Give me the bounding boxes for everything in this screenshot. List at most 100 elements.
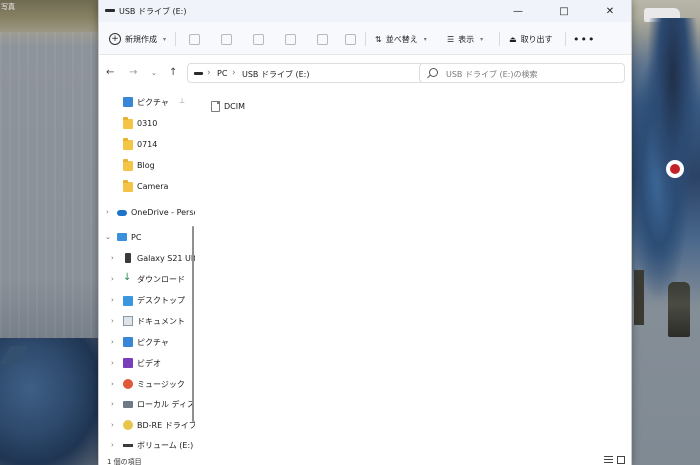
phone-icon [125, 253, 131, 263]
sidebar-item-bd-drive[interactable]: › BD-RE ドライブ (I [99, 415, 195, 435]
recent-locations-button[interactable]: ⌄ [151, 69, 157, 77]
details-view-icon[interactable] [604, 456, 613, 463]
breadcrumb-separator: › [232, 68, 236, 78]
close-button[interactable]: ✕ [587, 0, 631, 22]
sidebar-item-label: ローカル ディスク ( [137, 399, 195, 409]
sidebar-item-pictures[interactable]: › ピクチャ [99, 332, 195, 352]
wallpaper-right [632, 0, 700, 465]
toolbar-divider [565, 32, 566, 46]
eject-button-label: 取り出す [520, 34, 553, 44]
minimize-button[interactable]: — [495, 0, 541, 22]
view-button-label: 表示 [458, 34, 475, 44]
sidebar-item-pictures-pinned[interactable]: ピクチャ ⊥ [99, 92, 195, 112]
videos-icon [123, 358, 133, 368]
file-explorer-window: USB ドライブ (E:) — □ ✕ + 新規作成 ▾ ⇅ 並べ替え ▾ ☰ … [98, 0, 632, 465]
expand-chevron-icon[interactable]: › [111, 441, 114, 449]
tiles-view-icon[interactable] [617, 456, 625, 464]
chevron-down-icon: ▾ [423, 35, 427, 43]
sidebar-item-label: ミュージック [137, 379, 185, 389]
bd-drive-icon [123, 420, 133, 430]
back-button[interactable]: ← [106, 67, 114, 78]
delete-icon[interactable] [345, 34, 356, 45]
search-icon [429, 68, 438, 77]
onedrive-icon [117, 210, 127, 216]
search-input[interactable]: USB ドライブ (E:)の検索 [419, 63, 625, 83]
sidebar-item-documents[interactable]: › ドキュメント [99, 311, 195, 331]
expand-chevron-icon[interactable]: › [111, 317, 114, 325]
pc-icon [117, 233, 127, 241]
sidebar-item-local-disk[interactable]: › ローカル ディスク ( [99, 394, 195, 414]
folder-icon [123, 180, 133, 192]
share-icon[interactable] [317, 34, 328, 45]
sidebar-item-downloads[interactable]: › ↓ ダウンロード [99, 269, 195, 289]
plus-circle-icon: + [109, 33, 121, 45]
more-options-button[interactable]: ••• [573, 29, 595, 49]
wallpaper-roundel [666, 160, 684, 178]
expand-chevron-icon[interactable]: › [111, 380, 114, 388]
breadcrumb-usb-drive[interactable]: USB ドライブ (E:) [242, 69, 310, 80]
command-bar: + 新規作成 ▾ ⇅ 並べ替え ▾ ☰ 表示 ▾ ⏏ 取り出す ••• [99, 22, 631, 55]
drive-icon [194, 72, 203, 75]
expand-chevron-icon[interactable]: › [111, 421, 114, 429]
toolbar-divider [175, 32, 176, 46]
expand-chevron-icon[interactable]: › [111, 296, 114, 304]
expand-chevron-icon[interactable]: › [111, 400, 114, 408]
file-name: DCIM [224, 101, 246, 111]
sidebar-item-label: ドキュメント [137, 316, 185, 326]
sidebar-item-label: ダウンロード [137, 274, 185, 284]
expand-chevron-icon[interactable]: › [111, 275, 114, 283]
sidebar-item-0310[interactable]: 0310 [99, 113, 195, 133]
wallpaper-left: 写真 [0, 0, 100, 465]
sidebar-item-desktop[interactable]: › デスクトップ [99, 290, 195, 310]
sidebar-item-blog[interactable]: Blog [99, 155, 195, 175]
rename-icon[interactable] [285, 34, 296, 45]
sidebar-item-label: Camera [137, 181, 169, 191]
sidebar-item-label: BD-RE ドライブ (I [137, 420, 195, 430]
view-button[interactable]: ☰ 表示 ▾ [447, 29, 483, 49]
list-item-dcim[interactable]: DCIM [211, 98, 245, 114]
paste-icon[interactable] [253, 34, 264, 45]
sort-button[interactable]: ⇅ 並べ替え ▾ [375, 29, 427, 49]
sidebar-item-pc[interactable]: ⌄ PC [99, 227, 195, 247]
sidebar-item-label: 0714 [137, 139, 158, 149]
sidebar-item-galaxy-s21[interactable]: › Galaxy S21 Ultra [99, 248, 195, 268]
cut-icon[interactable] [189, 34, 200, 45]
sidebar-item-onedrive[interactable]: › OneDrive - Perso [99, 202, 195, 222]
expand-chevron-icon[interactable]: › [111, 254, 114, 262]
up-button[interactable]: ↑ [169, 67, 177, 78]
sidebar-item-videos[interactable]: › ビデオ [99, 353, 195, 373]
sidebar-item-volume-e[interactable]: › ボリューム (E:) [99, 435, 195, 454]
breadcrumb-pc[interactable]: PC [217, 69, 227, 78]
pictures-icon [123, 337, 133, 347]
expand-chevron-icon[interactable]: › [111, 359, 114, 367]
collapse-chevron-icon[interactable]: ⌄ [105, 233, 111, 241]
folder-icon [123, 138, 133, 150]
forward-button[interactable]: → [129, 67, 137, 78]
desktop-icon-label[interactable]: 写真 [1, 2, 15, 12]
navigation-pane: ピクチャ ⊥ 0310 0714 Blog Camera › OneDrive … [99, 91, 195, 454]
maximize-button[interactable]: □ [541, 0, 587, 22]
sidebar-item-label: PC [131, 232, 142, 242]
new-button-label: 新規作成 [125, 34, 157, 44]
folder-icon [123, 117, 133, 129]
file-list: DCIM [197, 91, 631, 454]
sidebar-item-camera[interactable]: Camera [99, 176, 195, 196]
copy-icon[interactable] [221, 34, 232, 45]
expand-chevron-icon[interactable]: › [106, 208, 109, 216]
local-disk-icon [123, 401, 133, 408]
sidebar-item-label: Galaxy S21 Ultra [137, 253, 195, 263]
sidebar-scrollbar[interactable] [192, 226, 194, 422]
new-button[interactable]: + 新規作成 ▾ [109, 29, 166, 49]
sidebar-item-0714[interactable]: 0714 [99, 134, 195, 154]
music-icon [123, 379, 133, 389]
sidebar-item-music[interactable]: › ミュージック [99, 374, 195, 394]
sidebar-item-label: Blog [137, 160, 155, 170]
expand-chevron-icon[interactable]: › [111, 338, 114, 346]
toolbar-divider [365, 32, 366, 46]
sidebar-item-label: デスクトップ [137, 295, 185, 305]
desktop-icon [123, 296, 133, 306]
file-icon [211, 100, 220, 112]
eject-button[interactable]: ⏏ 取り出す [509, 29, 553, 49]
title-bar[interactable]: USB ドライブ (E:) — □ ✕ [99, 0, 631, 22]
sort-button-label: 並べ替え [385, 34, 418, 44]
